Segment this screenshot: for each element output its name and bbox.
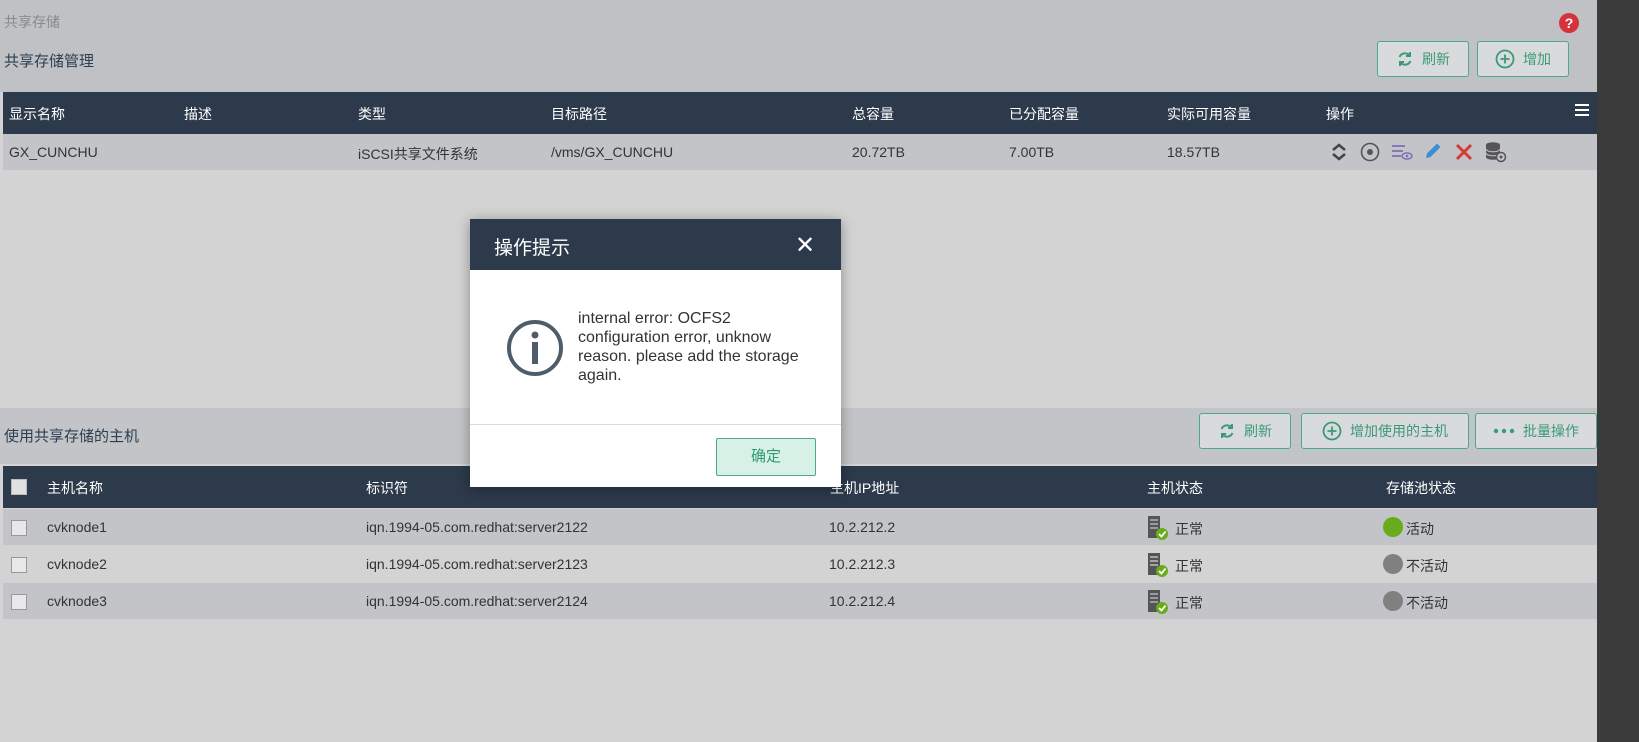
window-edge bbox=[1597, 0, 1639, 742]
column-menu-icon[interactable] bbox=[1574, 102, 1590, 118]
add-host-label: 增加使用的主机 bbox=[1350, 423, 1448, 439]
host-ip: 10.2.212.4 bbox=[829, 593, 896, 609]
refresh-icon bbox=[1220, 424, 1234, 438]
pool-status: 不活动 bbox=[1406, 558, 1448, 574]
host-status: 正常 bbox=[1175, 595, 1203, 611]
info-icon bbox=[507, 320, 563, 376]
storage-allocated: 7.00TB bbox=[1009, 144, 1055, 160]
hosts-section-title: 使用共享存储的主机 bbox=[4, 428, 140, 445]
table-row[interactable]: GX_CUNCHU iSCSI共享文件系统 /vms/GX_CUNCHU 20.… bbox=[3, 134, 1597, 170]
delete-x-icon[interactable] bbox=[1454, 142, 1474, 162]
host-ip: 10.2.212.2 bbox=[829, 519, 896, 535]
add-host-button[interactable]: 增加使用的主机 bbox=[1301, 413, 1469, 449]
select-all-checkbox[interactable] bbox=[11, 479, 27, 495]
storage-add-label: 增加 bbox=[1523, 51, 1551, 67]
table-row[interactable]: cvknode1 iqn.1994-05.com.redhat:server21… bbox=[3, 509, 1597, 545]
host-identifier: iqn.1994-05.com.redhat:server2122 bbox=[366, 519, 588, 535]
row-checkbox[interactable] bbox=[11, 557, 27, 573]
row-checkbox[interactable] bbox=[11, 520, 27, 536]
col-target-path[interactable]: 目标路径 bbox=[551, 104, 607, 124]
pool-status: 不活动 bbox=[1406, 595, 1448, 611]
host-status: 正常 bbox=[1175, 558, 1203, 574]
question-circle-icon[interactable]: ? bbox=[1559, 13, 1579, 33]
table-row[interactable]: cvknode2 iqn.1994-05.com.redhat:server21… bbox=[3, 546, 1597, 582]
top-band bbox=[0, 0, 1597, 92]
storage-refresh-label: 刷新 bbox=[1422, 51, 1450, 67]
pool-status-active-dot bbox=[1383, 517, 1403, 537]
col-type[interactable]: 类型 bbox=[358, 104, 386, 124]
breadcrumb[interactable]: 共享存储 bbox=[4, 12, 60, 32]
dialog-message: internal error: OCFS2 configuration erro… bbox=[578, 310, 799, 384]
server-ok-icon bbox=[1148, 516, 1168, 540]
more-dots-icon bbox=[1493, 428, 1515, 434]
storage-path: /vms/GX_CUNCHU bbox=[551, 144, 674, 160]
col-total-capacity[interactable]: 总容量 bbox=[852, 104, 894, 124]
storage-table-header: 显示名称 描述 类型 目标路径 总容量 已分配容量 实际可用容量 操作 bbox=[3, 92, 1597, 134]
storage-available: 18.57TB bbox=[1167, 144, 1220, 160]
storage-total: 20.72TB bbox=[852, 144, 905, 160]
host-name: cvknode3 bbox=[47, 593, 107, 609]
col-pool-status[interactable]: 存储池状态 bbox=[1386, 478, 1456, 498]
dialog-divider bbox=[470, 424, 841, 425]
ok-button[interactable]: 确定 bbox=[716, 438, 816, 476]
disc-icon[interactable] bbox=[1360, 142, 1380, 162]
col-identifier[interactable]: 标识符 bbox=[366, 478, 408, 498]
list-view-icon[interactable] bbox=[1391, 142, 1413, 162]
row-checkbox[interactable] bbox=[11, 594, 27, 610]
operation-tip-dialog: 操作提示 ✕ internal error: OCFS2 configurati… bbox=[470, 219, 841, 487]
pool-status-inactive-dot bbox=[1383, 554, 1403, 574]
sync-icon[interactable] bbox=[1329, 142, 1349, 162]
host-name: cvknode2 bbox=[47, 556, 107, 572]
hosts-refresh-button[interactable]: 刷新 bbox=[1199, 413, 1291, 449]
edit-pencil-icon[interactable] bbox=[1423, 141, 1443, 161]
dialog-title: 操作提示 bbox=[494, 238, 571, 259]
host-ip: 10.2.212.3 bbox=[829, 556, 896, 572]
database-settings-icon[interactable] bbox=[1485, 141, 1507, 163]
batch-operation-label: 批量操作 bbox=[1523, 423, 1579, 439]
col-host-name[interactable]: 主机名称 bbox=[47, 478, 103, 498]
plus-circle-icon bbox=[1495, 49, 1515, 69]
host-identifier: iqn.1994-05.com.redhat:server2123 bbox=[366, 556, 588, 572]
host-name: cvknode1 bbox=[47, 519, 107, 535]
storage-refresh-button[interactable]: 刷新 bbox=[1377, 41, 1469, 77]
pool-status: 活动 bbox=[1406, 521, 1434, 537]
hosts-refresh-label: 刷新 bbox=[1244, 423, 1272, 439]
storage-type: iSCSI共享文件系统 bbox=[358, 146, 478, 162]
server-ok-icon bbox=[1148, 553, 1168, 577]
server-ok-icon bbox=[1148, 590, 1168, 614]
pool-status-inactive-dot bbox=[1383, 591, 1403, 611]
batch-operation-button[interactable]: 批量操作 bbox=[1475, 413, 1597, 449]
storage-add-button[interactable]: 增加 bbox=[1477, 41, 1569, 77]
col-host-status[interactable]: 主机状态 bbox=[1147, 478, 1203, 498]
plus-circle-icon bbox=[1322, 421, 1342, 441]
col-allocated-capacity[interactable]: 已分配容量 bbox=[1009, 104, 1079, 124]
col-actions: 操作 bbox=[1326, 106, 1354, 122]
host-status: 正常 bbox=[1175, 521, 1203, 537]
col-available-capacity[interactable]: 实际可用容量 bbox=[1167, 104, 1251, 124]
refresh-icon bbox=[1398, 52, 1412, 66]
storage-section-title: 共享存储管理 bbox=[4, 53, 95, 70]
storage-name: GX_CUNCHU bbox=[9, 144, 98, 160]
close-icon[interactable]: ✕ bbox=[795, 231, 815, 260]
host-identifier: iqn.1994-05.com.redhat:server2124 bbox=[366, 593, 588, 609]
dialog-header: 操作提示 ✕ bbox=[470, 219, 841, 270]
col-display-name[interactable]: 显示名称 bbox=[9, 104, 65, 124]
table-row[interactable]: cvknode3 iqn.1994-05.com.redhat:server21… bbox=[3, 583, 1597, 619]
col-description[interactable]: 描述 bbox=[184, 104, 212, 124]
